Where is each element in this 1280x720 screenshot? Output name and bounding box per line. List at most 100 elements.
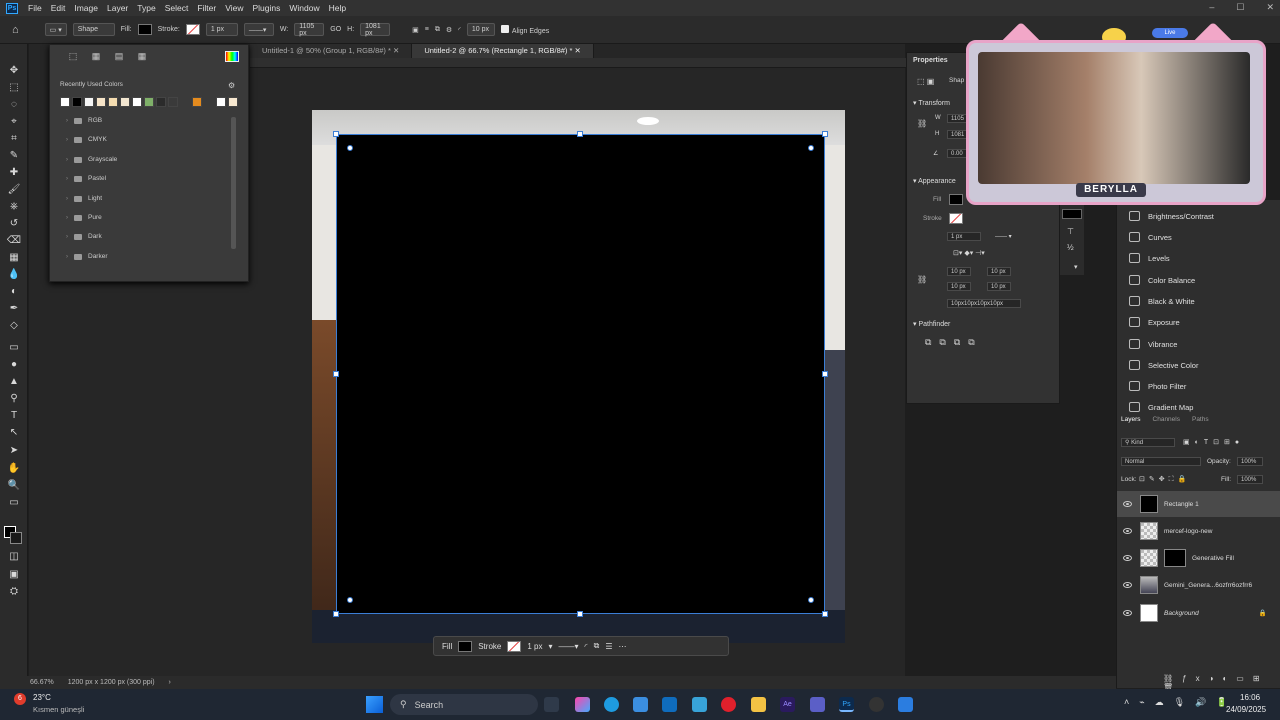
appearance-heading[interactable]: ▾ Appearance xyxy=(913,177,956,185)
menu-view[interactable]: View xyxy=(225,3,243,13)
adj-selective-color[interactable]: Selective Color xyxy=(1129,360,1198,370)
stroke-align-select[interactable]: ⊡▾ ◆▾ ⊣▾ xyxy=(953,249,985,257)
zoom-tool-icon[interactable]: 🔍 xyxy=(6,479,22,493)
corners-all-input[interactable]: 10px10px10px10px xyxy=(947,299,1021,308)
stroke-width-input[interactable]: 1 px xyxy=(205,23,238,36)
color-swatch[interactable] xyxy=(216,97,226,107)
fill-input[interactable]: 100% xyxy=(1237,475,1263,484)
outlook-icon[interactable] xyxy=(662,697,677,712)
color-swatch[interactable] xyxy=(72,97,82,107)
menu-file[interactable]: File xyxy=(28,3,42,13)
folder-pastel[interactable]: › Pastel xyxy=(66,175,106,182)
opera-icon[interactable] xyxy=(721,697,736,712)
adj-brightness-contrast[interactable]: Brightness/Contrast xyxy=(1129,211,1214,221)
adj-exposure[interactable]: Exposure xyxy=(1129,317,1180,327)
eye-icon[interactable] xyxy=(1123,501,1132,507)
teams-icon[interactable] xyxy=(810,697,825,712)
link-dimensions-icon[interactable]: GO xyxy=(330,26,341,33)
adj-photo-filter[interactable]: Photo Filter xyxy=(1129,381,1186,391)
gradient-tool-icon[interactable]: ▦ xyxy=(6,251,22,265)
after-effects-icon[interactable]: Ae xyxy=(780,697,795,712)
align-edges-checkbox[interactable]: Align Edges xyxy=(500,24,549,35)
clock-time[interactable]: 16:06 xyxy=(1240,693,1260,702)
appearance-stroke-swatch[interactable] xyxy=(949,213,963,224)
scrollbar[interactable] xyxy=(231,117,236,249)
corner-br-input[interactable]: 10 px xyxy=(987,282,1011,291)
close-tab-icon[interactable]: ✕ xyxy=(575,46,581,55)
adj-gradient-map[interactable]: Gradient Map xyxy=(1129,402,1193,412)
layer-row-background[interactable]: Background 🔒 xyxy=(1117,600,1280,626)
corner-radius-handle[interactable] xyxy=(347,597,353,603)
eye-icon[interactable] xyxy=(1123,610,1132,616)
transform-h-input[interactable]: 1081 xyxy=(947,130,967,139)
folder-grayscale[interactable]: › Grayscale xyxy=(66,156,117,163)
edge-icon[interactable] xyxy=(604,697,619,712)
link-corners-icon[interactable]: ⛓ xyxy=(917,275,927,284)
settings-gear-icon[interactable]: ⚙ xyxy=(446,26,452,34)
hand-tool-icon[interactable]: ✋ xyxy=(6,462,22,476)
close-icon[interactable]: ✕ xyxy=(1266,2,1274,13)
corner-radius-handle[interactable] xyxy=(347,145,353,151)
clone-stamp-tool-icon[interactable]: ⎈ xyxy=(6,200,22,214)
generative-icon[interactable]: ⛭ xyxy=(6,585,22,599)
menu-layer[interactable]: Layer xyxy=(107,3,128,13)
ctx-stroke-swatch[interactable] xyxy=(507,640,522,652)
move-tool-icon[interactable]: ✥ xyxy=(6,64,22,78)
ctx-stroke-type[interactable]: ——▾ xyxy=(558,642,578,651)
maximize-icon[interactable]: ☐ xyxy=(1236,2,1244,13)
tab-untitled-2[interactable]: Untitled-2 @ 66.7% (Rectangle 1, RGB/8#)… xyxy=(412,44,594,58)
menu-filter[interactable]: Filter xyxy=(197,3,216,13)
menu-window[interactable]: Window xyxy=(289,3,319,13)
folder-darker[interactable]: › Darker xyxy=(66,253,108,260)
corner-radius-input[interactable]: 10 px xyxy=(466,23,495,36)
history-brush-tool-icon[interactable]: ↺ xyxy=(6,217,22,231)
eraser-alt-tool-icon[interactable]: ◇ xyxy=(6,319,22,333)
ctx-more-icon[interactable]: ⋯ xyxy=(619,642,627,651)
stroke-swatch[interactable] xyxy=(185,24,200,35)
tool-preset-picker[interactable]: ▭ ▾ xyxy=(44,23,67,36)
edit-toolbar-icon[interactable]: ▭ xyxy=(6,496,22,510)
folder-pure[interactable]: › Pure xyxy=(66,214,102,221)
layer-filter-kind[interactable]: ⚲ Kind xyxy=(1121,438,1175,447)
menu-image[interactable]: Image xyxy=(74,3,98,13)
eye-icon[interactable] xyxy=(1123,555,1132,561)
color-swatch[interactable] xyxy=(120,97,130,107)
color-swatch[interactable] xyxy=(144,97,154,107)
menu-select[interactable]: Select xyxy=(165,3,189,13)
stroke-type-select[interactable]: ——▾ xyxy=(243,23,274,36)
transform-handle[interactable] xyxy=(822,131,828,137)
quick-mask-icon[interactable]: ◫ xyxy=(6,550,22,564)
photoshop-taskbar-icon[interactable]: Ps xyxy=(839,697,854,712)
direct-selection-tool-icon[interactable]: ➤ xyxy=(6,444,22,458)
type-tool-icon[interactable]: T xyxy=(6,409,22,423)
folder-light[interactable]: › Light xyxy=(66,195,102,202)
home-icon[interactable]: ⌂ xyxy=(12,24,19,36)
pathfinder-heading[interactable]: ▾ Pathfinder xyxy=(913,320,950,328)
ctx-corner-icon[interactable]: ◜ xyxy=(585,642,588,651)
transform-handle[interactable] xyxy=(577,611,583,617)
adj-vibrance[interactable]: Vibrance xyxy=(1129,339,1177,349)
stroke-width-input[interactable]: 1 px xyxy=(947,232,981,241)
link-icon[interactable]: ⛓ xyxy=(917,119,927,128)
dodge-tool-icon[interactable]: ◐ xyxy=(6,285,22,299)
layer-row-gemini[interactable]: Gemini_Genera...6ozfrr6ozfrr6 xyxy=(1117,572,1280,598)
layer-row-rectangle-1[interactable]: Rectangle 1 xyxy=(1117,491,1280,517)
object-selection-tool-icon[interactable]: ⌖ xyxy=(6,115,22,129)
app-icon[interactable] xyxy=(898,697,913,712)
adj-color-balance[interactable]: Color Balance xyxy=(1129,275,1195,285)
triangle-tool-icon[interactable]: ▲ xyxy=(6,375,22,389)
eye-icon[interactable] xyxy=(1123,528,1132,534)
folder-dark[interactable]: › Dark xyxy=(66,233,102,240)
transform-handle[interactable] xyxy=(333,611,339,617)
weather-temp[interactable]: 23°C xyxy=(33,693,51,702)
eye-icon[interactable] xyxy=(1123,582,1132,588)
ctx-fill-swatch[interactable] xyxy=(458,640,473,652)
menu-type[interactable]: Type xyxy=(137,3,155,13)
width-input[interactable]: 1105 px xyxy=(294,23,325,37)
ctx-duplicate-icon[interactable]: ⧉ xyxy=(594,641,600,651)
table-view-icon[interactable]: ▦ xyxy=(135,51,149,62)
background-color-swatch[interactable] xyxy=(10,532,22,544)
properties-tab[interactable]: Properties xyxy=(913,57,948,64)
transform-handle[interactable] xyxy=(333,371,339,377)
paragraph-icon[interactable]: ⊤ xyxy=(1067,227,1074,236)
